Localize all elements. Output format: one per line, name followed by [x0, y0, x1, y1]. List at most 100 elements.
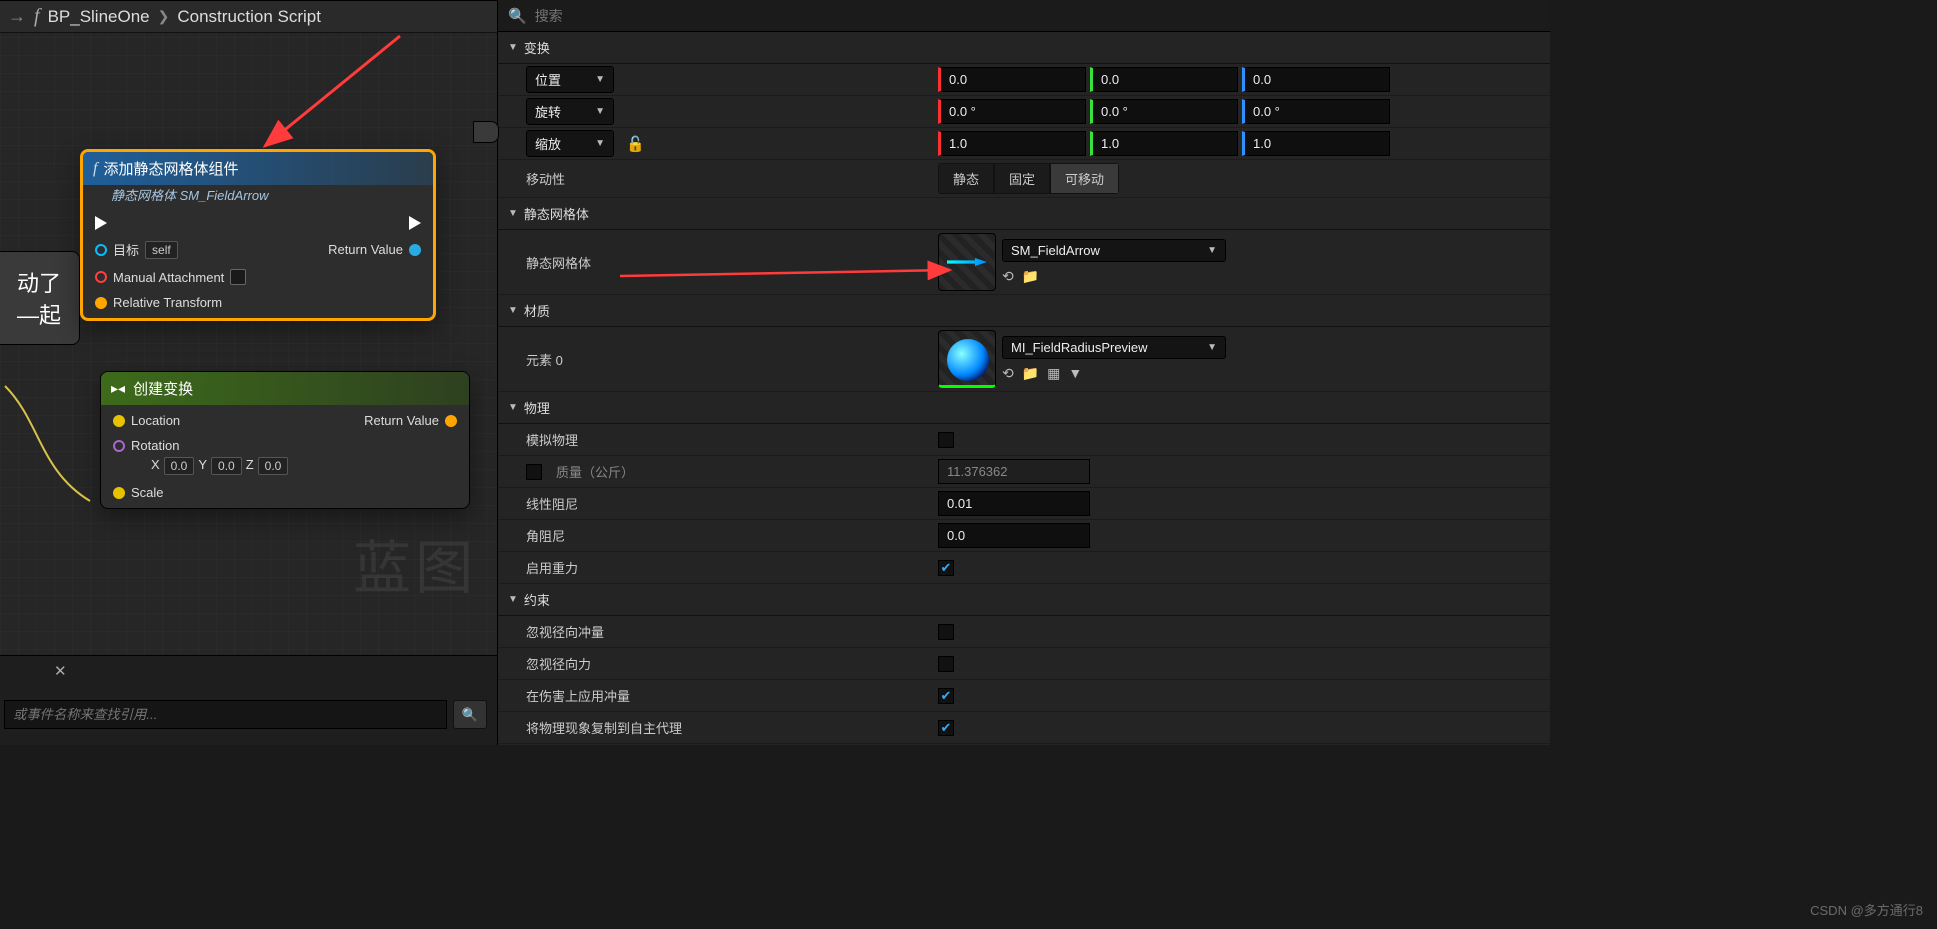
details-search-row: 🔍	[498, 0, 1550, 32]
chevron-right-icon: ❯	[158, 8, 170, 25]
input-scale-x[interactable]: 1.0	[938, 131, 1086, 156]
chevron-down-icon: ▼	[595, 106, 605, 117]
dropdown-rotation[interactable]: 旋转▼	[526, 98, 614, 125]
pin-return-value[interactable]	[409, 244, 421, 256]
checkbox-apply-damage-impulse[interactable]	[938, 688, 954, 704]
checkbox-ignore-radial-impulse[interactable]	[938, 624, 954, 640]
annotation-arrow	[250, 31, 410, 161]
section-physics[interactable]: ▼物理	[498, 392, 1550, 424]
mobility-stationary[interactable]: 固定	[994, 163, 1050, 194]
node-make-transform[interactable]: ▸◂ 创建变换 Location Return Value	[100, 371, 470, 509]
label-simulate-physics: 模拟物理	[498, 430, 938, 449]
find-button[interactable]: 🔍	[453, 700, 487, 729]
node-subtitle: 静态网格体 SM_FieldArrow	[83, 185, 433, 208]
input-rot-z[interactable]: 0.0	[258, 457, 289, 475]
grid-icon[interactable]: ▦	[1047, 365, 1060, 382]
checkbox-replicate-physics[interactable]	[938, 720, 954, 736]
dropdown-material-asset[interactable]: MI_FieldRadiusPreview▼	[1002, 336, 1226, 359]
blueprint-graph-panel[interactable]: → f BP_SlineOne ❯ Construction Script 动了…	[0, 0, 497, 745]
checkbox-simulate-physics[interactable]	[938, 432, 954, 448]
breadcrumb: → f BP_SlineOne ❯ Construction Script	[0, 1, 497, 33]
close-icon[interactable]: ✕	[54, 662, 67, 680]
find-input[interactable]	[4, 700, 447, 729]
input-rot-x[interactable]: 0.0	[164, 457, 195, 475]
chevron-down-icon: ▼	[508, 208, 518, 219]
details-panel: 🔍 ▼变换 位置▼ 0.0 0.0 0.0 旋转▼ 0.0 ° 0.0 ° 0.…	[497, 0, 1550, 745]
label-linear-damping: 线性阻尼	[498, 494, 938, 513]
asset-thumbnail[interactable]	[938, 233, 996, 291]
graph-node-pin[interactable]	[0, 383, 14, 403]
pin-rotation[interactable]	[113, 440, 125, 452]
breadcrumb-item-script[interactable]: Construction Script	[177, 7, 321, 27]
node-header[interactable]: f 添加静态网格体组件	[83, 152, 433, 185]
label-mobility: 移动性	[498, 169, 938, 188]
chevron-down-icon: ▼	[1207, 342, 1217, 353]
section-static-mesh[interactable]: ▼静态网格体	[498, 198, 1550, 230]
dropdown-static-mesh-asset[interactable]: SM_FieldArrow▼	[1002, 239, 1226, 262]
node-header[interactable]: ▸◂ 创建变换	[101, 372, 469, 405]
label-enable-gravity: 启用重力	[498, 558, 938, 577]
browse-icon[interactable]: 📁	[1022, 365, 1039, 382]
input-rot-y[interactable]: 0.0 °	[1090, 99, 1238, 124]
details-search-input[interactable]	[535, 8, 1540, 24]
checkbox-ignore-radial-force[interactable]	[938, 656, 954, 672]
use-selected-icon[interactable]: ⟲	[1002, 365, 1014, 382]
checkbox-mass-override[interactable]	[526, 464, 542, 480]
lock-icon[interactable]: 🔓	[626, 135, 645, 153]
input-scale-y[interactable]: 1.0	[1090, 131, 1238, 156]
input-rot-z[interactable]: 0.0 °	[1242, 99, 1390, 124]
input-pos-y[interactable]: 0.0	[1090, 67, 1238, 92]
node-title: 创建变换	[133, 378, 193, 399]
checkbox-manual-attachment[interactable]	[230, 269, 246, 285]
node-text: 动了	[17, 266, 61, 298]
browse-icon[interactable]: 📁	[1022, 268, 1039, 285]
graph-watermark: 蓝图	[353, 521, 477, 605]
label-replicate-physics: 将物理现象复制到自主代理	[498, 718, 938, 737]
input-linear-damping[interactable]: 0.01	[938, 491, 1090, 516]
pin-label: Rotation	[131, 438, 179, 453]
graph-node-partial[interactable]: 动了 —起	[0, 251, 80, 345]
pin-target[interactable]	[95, 244, 107, 256]
chevron-down-icon[interactable]: ▼	[1068, 365, 1082, 382]
input-rot-y[interactable]: 0.0	[211, 457, 242, 475]
pin-relative-transform[interactable]	[95, 297, 107, 309]
pin-return-value[interactable]	[445, 415, 457, 427]
pin-default-value[interactable]: self	[145, 241, 178, 259]
dropdown-position[interactable]: 位置▼	[526, 66, 614, 93]
breadcrumb-item-blueprint[interactable]: BP_SlineOne	[48, 7, 150, 27]
pin-label: Scale	[131, 485, 164, 500]
chevron-down-icon: ▼	[508, 42, 518, 53]
mobility-static[interactable]: 静态	[938, 163, 994, 194]
pin-location[interactable]	[113, 415, 125, 427]
section-transform[interactable]: ▼变换	[498, 32, 1550, 64]
pin-label: Relative Transform	[113, 295, 222, 310]
dropdown-scale[interactable]: 缩放▼	[526, 130, 614, 157]
asset-thumbnail[interactable]	[938, 330, 996, 388]
label-ignore-radial-force: 忽视径向力	[498, 654, 938, 673]
input-pos-z[interactable]: 0.0	[1242, 67, 1390, 92]
pin-manual-attachment[interactable]	[95, 271, 107, 283]
input-angular-damping[interactable]: 0.0	[938, 523, 1090, 548]
section-constraint[interactable]: ▼约束	[498, 584, 1550, 616]
chevron-down-icon: ▼	[1207, 245, 1217, 256]
pin-label: Location	[131, 413, 180, 428]
use-selected-icon[interactable]: ⟲	[1002, 268, 1014, 285]
graph-node-partial[interactable]	[473, 121, 499, 143]
input-rot-x[interactable]: 0.0 °	[938, 99, 1086, 124]
checkbox-enable-gravity[interactable]	[938, 560, 954, 576]
section-material[interactable]: ▼材质	[498, 295, 1550, 327]
search-icon: 🔍	[508, 7, 527, 25]
node-add-static-mesh-component[interactable]: f 添加静态网格体组件 静态网格体 SM_FieldArrow 目标 self …	[80, 149, 436, 321]
chevron-down-icon: ▼	[508, 305, 518, 316]
exec-pin-in[interactable]	[95, 216, 107, 230]
pin-label: Return Value	[364, 413, 439, 428]
chevron-down-icon: ▼	[508, 402, 518, 413]
label-material-element: 元素 0	[498, 350, 938, 369]
pin-scale[interactable]	[113, 487, 125, 499]
exec-pin-out[interactable]	[409, 216, 421, 230]
mobility-movable[interactable]: 可移动	[1050, 163, 1119, 194]
input-scale-z[interactable]: 1.0	[1242, 131, 1390, 156]
input-pos-x[interactable]: 0.0	[938, 67, 1086, 92]
nav-forward-icon[interactable]: →	[8, 6, 26, 27]
function-icon: f	[34, 5, 40, 28]
